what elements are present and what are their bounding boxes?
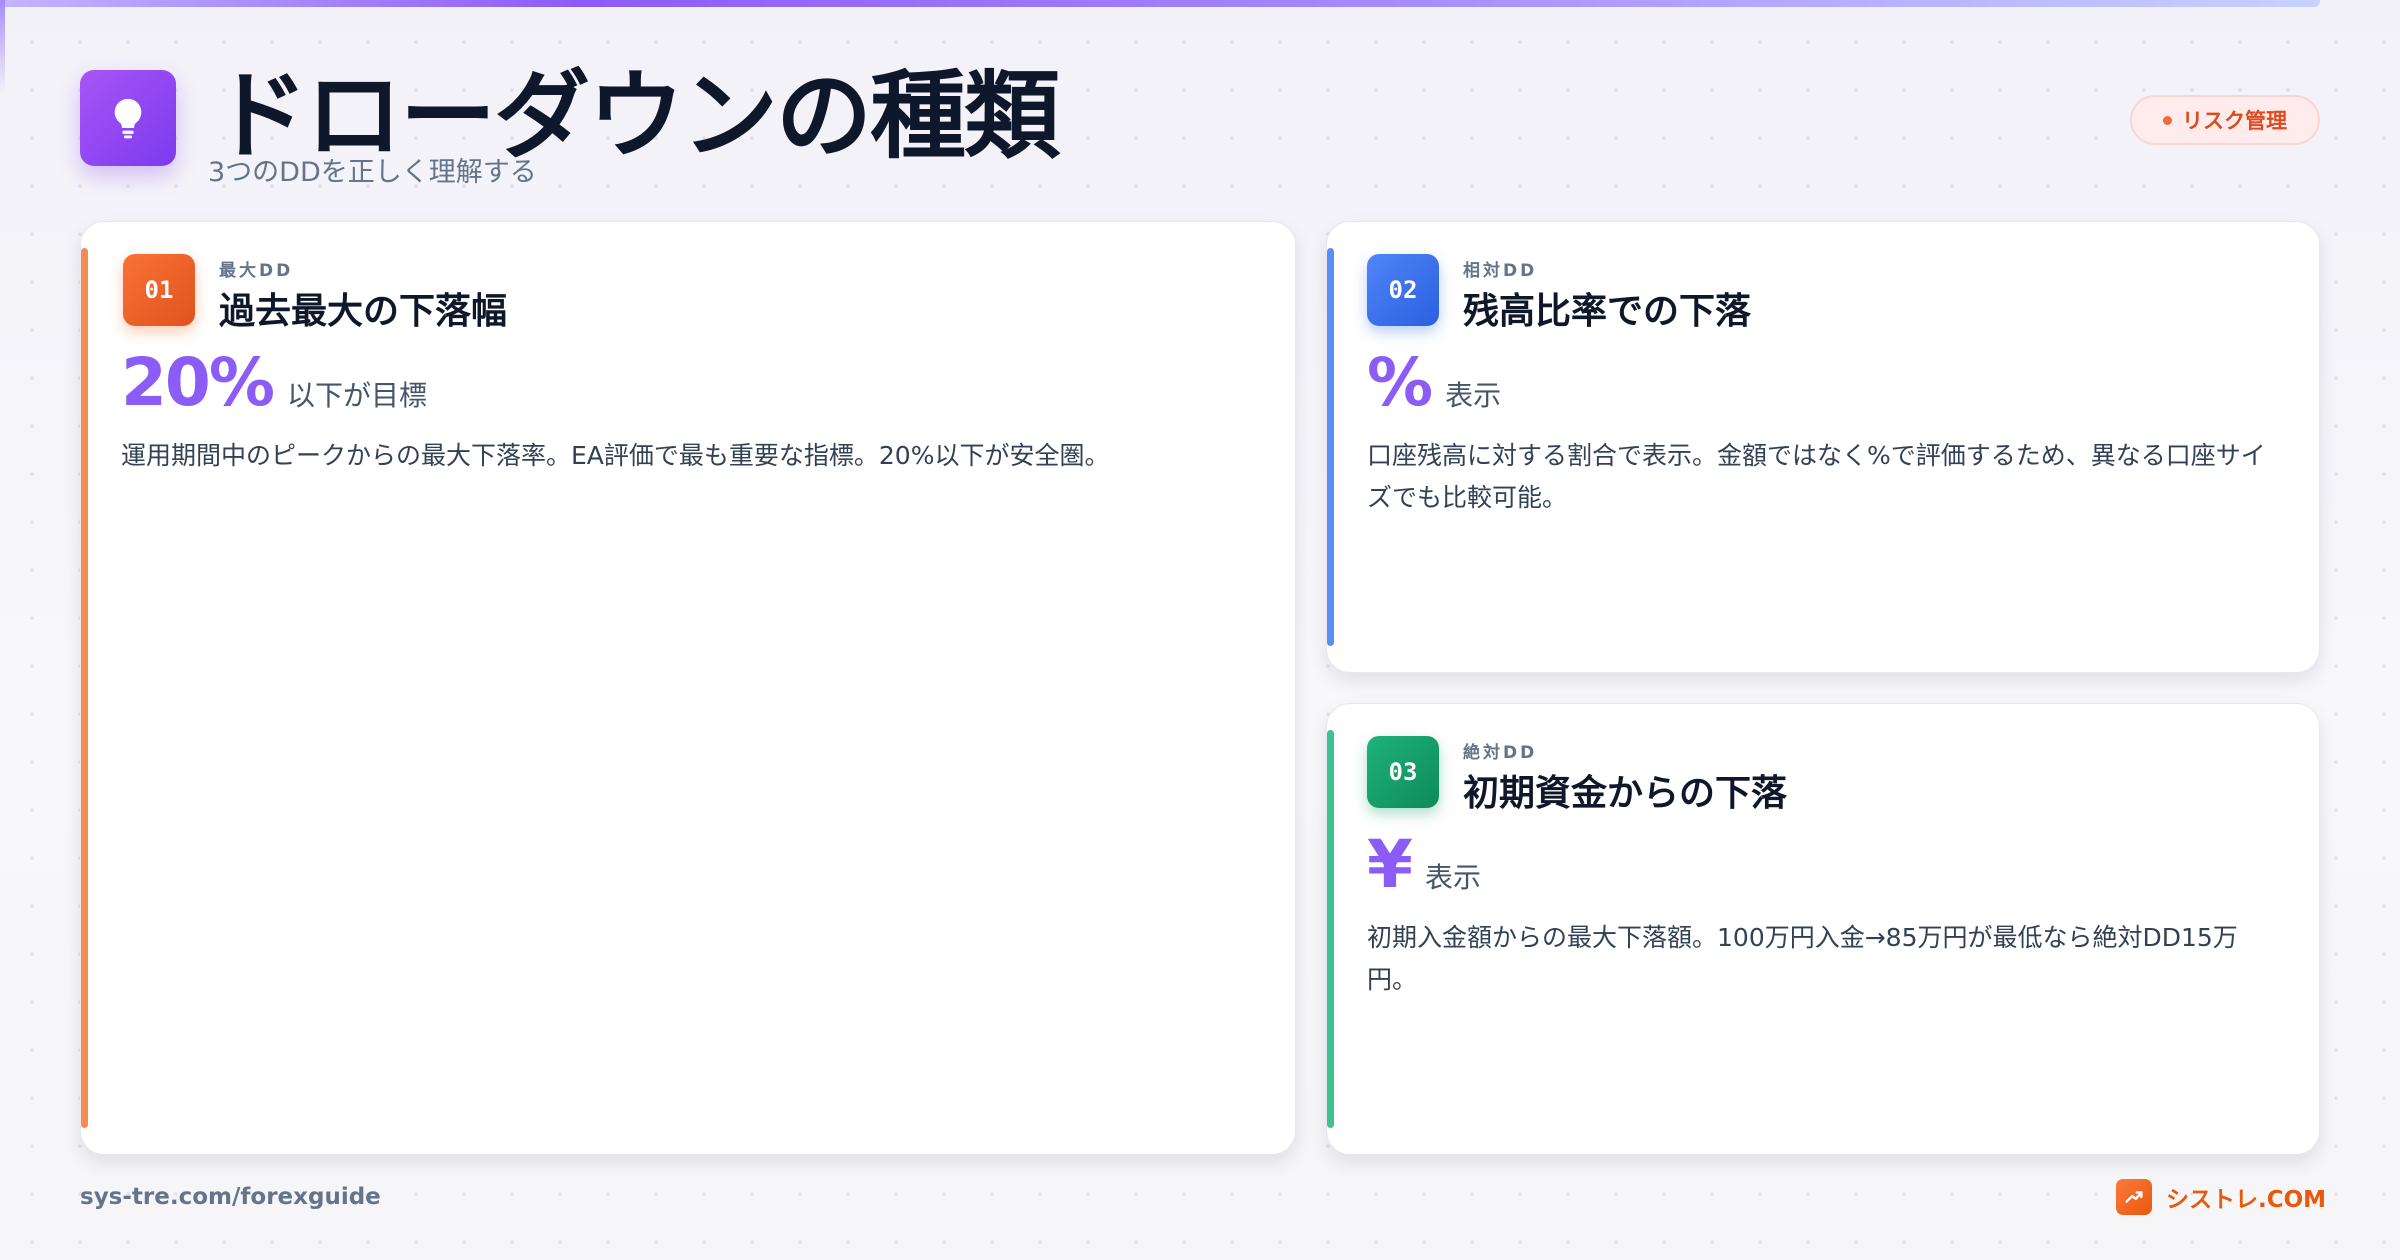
card-metric-value: ¥ [1367,826,1413,903]
card-accent-stripe [1327,730,1334,1128]
card-relative-dd: 02 相対DD 残高比率での下落 % 表示 口座残高に対する割合で表示。金額では… [1326,221,2320,673]
trend-up-icon [2116,1179,2152,1215]
page-subtitle: 3つのDDを正しく理解する [208,157,537,188]
card-title: 過去最大の下落幅 [219,291,508,332]
card-number-badge: 03 [1367,736,1439,808]
brand-logo[interactable]: シストレ.COM [2116,1179,2326,1215]
card-description: 初期入金額からの最大下落額。100万円入金→85万円が最低なら絶対DD15万円。 [1367,923,2238,994]
card-metric: ¥ 表示 [1367,826,1481,903]
badge-dot-icon [2163,115,2172,125]
card-kicker: 絶対DD [1463,743,1538,763]
category-badge: リスク管理 [2130,95,2320,145]
card-title: 初期資金からの下落 [1463,773,1788,814]
footer-url[interactable]: sys-tre.com/forexguide [80,1184,381,1210]
card-kicker: 最大DD [219,261,294,281]
card-max-dd: 01 最大DD 過去最大の下落幅 20% 以下が目標 運用期間中のピークからの最… [80,221,1296,1155]
card-number-badge: 02 [1367,254,1439,326]
lightbulb-icon-tile [80,70,176,166]
card-metric-value: % [1367,344,1433,421]
card-kicker: 相対DD [1463,261,1538,281]
card-absolute-dd: 03 絶対DD 初期資金からの下落 ¥ 表示 初期入金額からの最大下落額。100… [1326,703,2320,1155]
brand-name: シストレ.COM [2166,1187,2327,1213]
card-description: 運用期間中のピークからの最大下落率。EA評価で最も重要な指標。20%以下が安全圏… [121,441,1110,470]
card-accent-stripe [81,248,88,1128]
card-metric-unit: 表示 [1424,861,1481,894]
card-accent-stripe [1327,248,1334,646]
left-accent-bar [0,0,5,92]
card-metric-unit: 以下が目標 [286,379,427,412]
top-accent-bar [0,0,2320,7]
lightbulb-icon [114,98,142,139]
card-metric-value: 20% [121,344,275,421]
category-badge-label: リスク管理 [2182,109,2287,133]
card-number-badge: 01 [123,254,195,326]
card-title: 残高比率での下落 [1463,291,1752,332]
card-metric-unit: 表示 [1445,379,1502,412]
card-description: 口座残高に対する割合で表示。金額ではなく%で評価するため、異なる口座サイズでも比… [1367,441,2266,512]
card-metric: 20% 以下が目標 [121,344,427,421]
card-metric: % 表示 [1367,344,1501,421]
